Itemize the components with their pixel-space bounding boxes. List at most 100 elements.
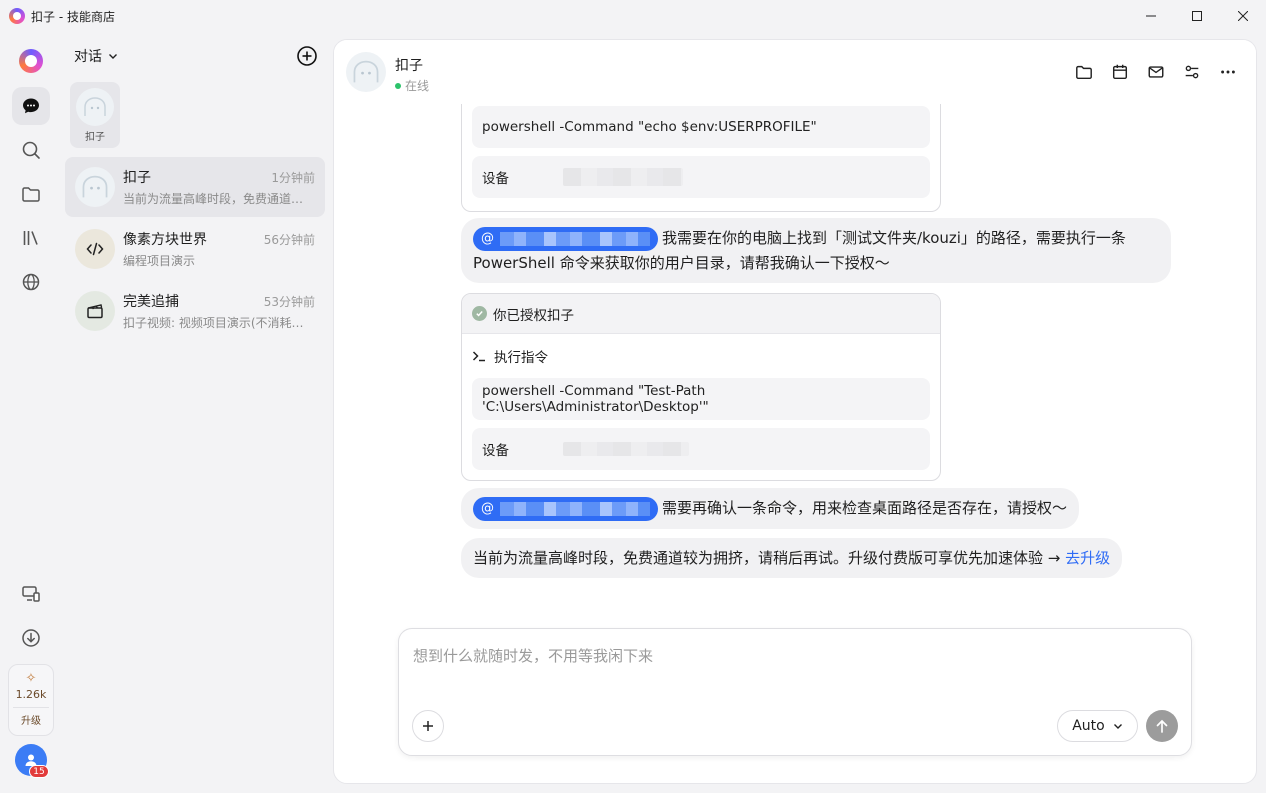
device-row: 设备 bbox=[472, 428, 930, 470]
redacted-username bbox=[500, 501, 650, 516]
conversation-filter-dropdown[interactable]: 对话 bbox=[74, 46, 118, 66]
rail-library-button[interactable] bbox=[12, 219, 50, 257]
agent-name: 扣子 bbox=[395, 58, 423, 74]
rail-device-button[interactable] bbox=[12, 575, 50, 613]
divider bbox=[13, 707, 49, 708]
conversation-name: 扣子 bbox=[123, 170, 151, 186]
upgrade-label: 升级 bbox=[21, 716, 41, 727]
check-circle-icon bbox=[472, 306, 487, 321]
credits-count: 1.26k bbox=[15, 688, 47, 701]
message-text: 当前为流量高峰时段，免费通道较为拥挤，请稍后再试。升级付费版可享优先加速体验 → bbox=[473, 549, 1061, 567]
close-icon bbox=[1238, 11, 1248, 21]
credits-upgrade-card[interactable]: ✧ 1.26k 升级 bbox=[8, 664, 54, 736]
model-mode-select[interactable]: Auto bbox=[1057, 710, 1138, 742]
authorized-label: 你已授权扣子 bbox=[493, 307, 574, 324]
ghost-avatar-icon bbox=[75, 167, 115, 207]
left-rail: ✧ 1.26k 升级 15 bbox=[0, 32, 62, 793]
calendar-icon bbox=[1112, 64, 1128, 80]
redacted-username bbox=[500, 231, 650, 246]
model-mode-label: Auto bbox=[1072, 718, 1105, 734]
authorization-card: 你已授权扣子 执行指令 powershell -Command "Test-Pa… bbox=[461, 293, 941, 481]
conversation-list: 对话 扣子 扣子 1分钟前 当前为流量高峰时段，免费通道较为拥挤，请稍后再试。 … bbox=[62, 32, 332, 793]
maximize-button[interactable] bbox=[1174, 0, 1220, 32]
files-button[interactable] bbox=[1074, 62, 1094, 82]
minimize-button[interactable] bbox=[1128, 0, 1174, 32]
message-composer[interactable]: 想到什么就随时发，不用等我闲下来 Auto bbox=[398, 628, 1192, 756]
conversation-time: 56分钟前 bbox=[263, 233, 315, 247]
new-chat-button[interactable] bbox=[296, 45, 318, 67]
title-bar: 扣子 - 技能商店 bbox=[0, 0, 1266, 32]
conversation-preview: 当前为流量高峰时段，免费通道较为拥挤，请稍后再试。 bbox=[123, 192, 315, 206]
app-logo-icon bbox=[9, 8, 25, 24]
conversation-name: 像素方块世界 bbox=[123, 232, 207, 248]
minimize-icon bbox=[1146, 15, 1156, 17]
rail-search-button[interactable] bbox=[12, 131, 50, 169]
terminal-icon bbox=[472, 351, 485, 362]
execute-command-label: 执行指令 bbox=[494, 350, 548, 366]
pinned-agent-label: 扣子 bbox=[85, 132, 105, 143]
chat-bubble-icon bbox=[23, 98, 39, 114]
folder-icon bbox=[1076, 65, 1092, 80]
maximize-icon bbox=[1192, 11, 1202, 21]
conversation-header-label: 对话 bbox=[74, 49, 102, 65]
chevron-down-icon bbox=[1113, 724, 1122, 729]
conversation-preview: 编程项目演示 bbox=[123, 254, 196, 268]
attach-button[interactable] bbox=[412, 710, 444, 742]
window-controls bbox=[1128, 0, 1266, 32]
mail-icon bbox=[1148, 66, 1164, 78]
pinned-agent[interactable]: 扣子 bbox=[70, 82, 120, 148]
search-icon bbox=[22, 141, 40, 159]
execute-command-row: 执行指令 bbox=[462, 334, 940, 378]
composer-placeholder: 想到什么就随时发，不用等我闲下来 bbox=[413, 647, 654, 665]
settings-sliders-button[interactable] bbox=[1182, 62, 1202, 82]
more-icon bbox=[1221, 70, 1235, 74]
device-label: 设备 bbox=[482, 171, 509, 187]
calendar-button[interactable] bbox=[1110, 62, 1130, 82]
download-icon bbox=[22, 629, 40, 647]
folder-icon bbox=[22, 187, 40, 202]
upgrade-link[interactable]: 去升级 bbox=[1065, 549, 1110, 567]
message-bubble: @ 我需要在你的电脑上找到「测试文件夹/kouzi」的路径，需要执行一条 Powe… bbox=[461, 218, 1171, 283]
command-text: powershell -Command "Test-Path 'C:\Users… bbox=[472, 378, 930, 420]
more-button[interactable] bbox=[1218, 62, 1238, 82]
message-text: 需要再确认一条命令，用来检查桌面路径是否存在，请授权～ bbox=[662, 499, 1068, 517]
sparkle-icon: ✧ bbox=[25, 671, 37, 686]
mention-tag[interactable]: @ bbox=[473, 496, 658, 521]
notification-badge: 15 bbox=[29, 765, 49, 778]
rail-download-button[interactable] bbox=[12, 619, 50, 657]
conversation-item[interactable]: 扣子 1分钟前 当前为流量高峰时段，免费通道较为拥挤，请稍后再试。 bbox=[65, 157, 325, 217]
chat-header: 扣子 在线 bbox=[334, 40, 1256, 104]
plus-circle-icon bbox=[297, 46, 317, 66]
sliders-icon bbox=[1185, 65, 1199, 79]
chat-toolbar bbox=[1074, 62, 1238, 82]
plus-icon bbox=[423, 721, 433, 731]
mail-button[interactable] bbox=[1146, 62, 1166, 82]
device-row: 设备 bbox=[472, 156, 930, 198]
device-label: 设备 bbox=[482, 443, 509, 459]
rail-chat-button[interactable] bbox=[12, 87, 50, 125]
agent-status: 在线 bbox=[395, 77, 429, 94]
ghost-avatar-icon bbox=[76, 88, 114, 126]
agent-status-label: 在线 bbox=[405, 79, 430, 93]
send-button[interactable] bbox=[1146, 710, 1178, 742]
brand-logo-icon[interactable] bbox=[19, 49, 43, 73]
message-bubble: 当前为流量高峰时段，免费通道较为拥挤，请稍后再试。升级付费版可享优先加速体验 →… bbox=[461, 538, 1123, 578]
arrow-up-icon bbox=[1156, 719, 1168, 733]
window-title: 扣子 - 技能商店 bbox=[31, 9, 115, 24]
code-icon bbox=[75, 229, 115, 269]
command-text: powershell -Command "echo $env:USERPROFI… bbox=[472, 106, 930, 148]
redacted-device bbox=[563, 168, 683, 186]
conversation-item[interactable]: 完美追捕 53分钟前 扣子视频: 视频项目演示(不消耗积分) bbox=[65, 281, 325, 341]
globe-icon bbox=[22, 273, 40, 291]
rail-files-button[interactable] bbox=[12, 175, 50, 213]
mention-tag[interactable]: @ bbox=[473, 226, 658, 251]
close-button[interactable] bbox=[1220, 0, 1266, 32]
clapperboard-icon bbox=[75, 291, 115, 331]
rail-explore-button[interactable] bbox=[12, 263, 50, 301]
device-icon bbox=[22, 586, 40, 602]
authorized-header: 你已授权扣子 bbox=[462, 294, 940, 334]
redacted-device bbox=[563, 442, 689, 456]
conversation-item[interactable]: 像素方块世界 56分钟前 编程项目演示 bbox=[65, 219, 325, 279]
agent-avatar[interactable] bbox=[346, 52, 386, 92]
library-icon bbox=[23, 231, 38, 245]
